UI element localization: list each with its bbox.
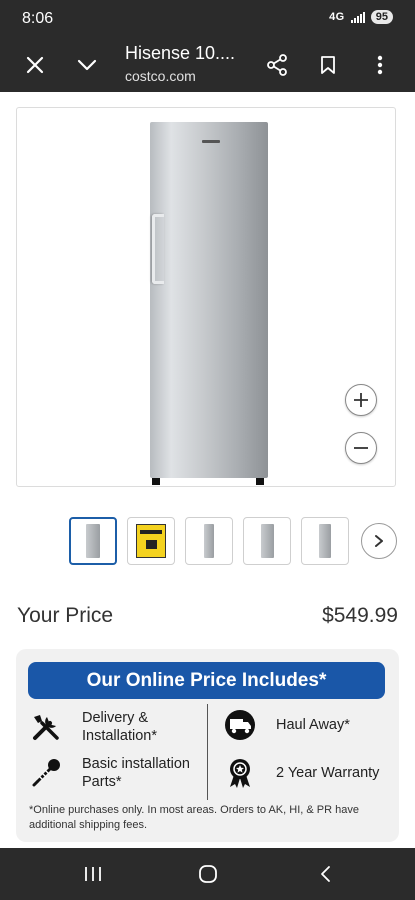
include-warranty-text: 2 Year Warranty	[276, 765, 380, 781]
include-delivery-line2: Installation*	[82, 728, 157, 744]
recents-icon[interactable]	[78, 862, 108, 886]
zoom-in-icon	[354, 393, 368, 407]
bookmark-icon[interactable]	[313, 50, 343, 80]
thumbnail-5[interactable]	[301, 517, 349, 565]
include-warranty: 2 Year Warranty	[222, 755, 379, 791]
page-title[interactable]: Hisense 10....	[125, 43, 235, 64]
thumbnail-3[interactable]	[185, 517, 233, 565]
screw-icon	[28, 755, 64, 791]
includes-footnote: *Online purchases only. In most areas. O…	[29, 804, 359, 831]
zoom-out-button[interactable]	[345, 432, 377, 464]
status-indicators: 4G 95	[329, 10, 393, 24]
truck-icon	[222, 707, 258, 743]
share-icon[interactable]	[262, 50, 292, 80]
thumbnail-1[interactable]	[69, 517, 117, 565]
zoom-out-icon	[354, 447, 368, 449]
back-icon[interactable]	[310, 862, 340, 886]
more-vert-icon[interactable]	[365, 50, 395, 80]
include-delivery-line1: Delivery &	[82, 710, 149, 726]
thumbnail-strip	[69, 517, 409, 565]
system-nav-bar	[0, 848, 415, 900]
chevron-down-icon[interactable]	[72, 50, 102, 80]
status-bar: 8:06 4G 95	[0, 0, 415, 38]
page-url[interactable]: costco.com	[125, 68, 196, 84]
price-includes-panel: Our Online Price Includes* Delivery & In…	[16, 649, 399, 842]
door-handle	[152, 214, 164, 284]
includes-header: Our Online Price Includes*	[28, 662, 385, 699]
brand-logo	[202, 140, 220, 143]
zoom-in-button[interactable]	[345, 384, 377, 416]
thumbnail-next-button[interactable]	[361, 523, 397, 559]
include-delivery: Delivery & Installation*	[28, 709, 157, 745]
thumbnail-2[interactable]	[127, 517, 175, 565]
include-installation-parts: Basic installation Parts*	[28, 755, 190, 791]
includes-divider	[207, 704, 208, 800]
include-parts-line2: Parts*	[82, 774, 122, 790]
signal-icon	[350, 11, 365, 23]
product-image[interactable]	[16, 107, 396, 487]
product-photo	[150, 122, 268, 485]
tools-icon	[28, 709, 64, 745]
energy-label-thumbnail	[136, 524, 166, 558]
network-type: 4G	[329, 11, 345, 23]
include-haul-away: Haul Away*	[222, 707, 350, 743]
include-haul-away-text: Haul Away*	[276, 717, 350, 733]
browser-toolbar: Hisense 10.... costco.com	[0, 38, 415, 92]
chevron-right-icon	[375, 535, 383, 547]
thumbnail-4[interactable]	[243, 517, 291, 565]
home-icon[interactable]	[193, 862, 223, 886]
price-value: $549.99	[322, 604, 398, 627]
close-icon[interactable]	[20, 50, 50, 80]
status-time: 8:06	[22, 10, 54, 27]
battery-indicator: 95	[370, 10, 393, 24]
ribbon-icon	[222, 755, 258, 791]
include-parts-line1: Basic installation	[82, 756, 190, 772]
price-label: Your Price	[17, 604, 114, 627]
